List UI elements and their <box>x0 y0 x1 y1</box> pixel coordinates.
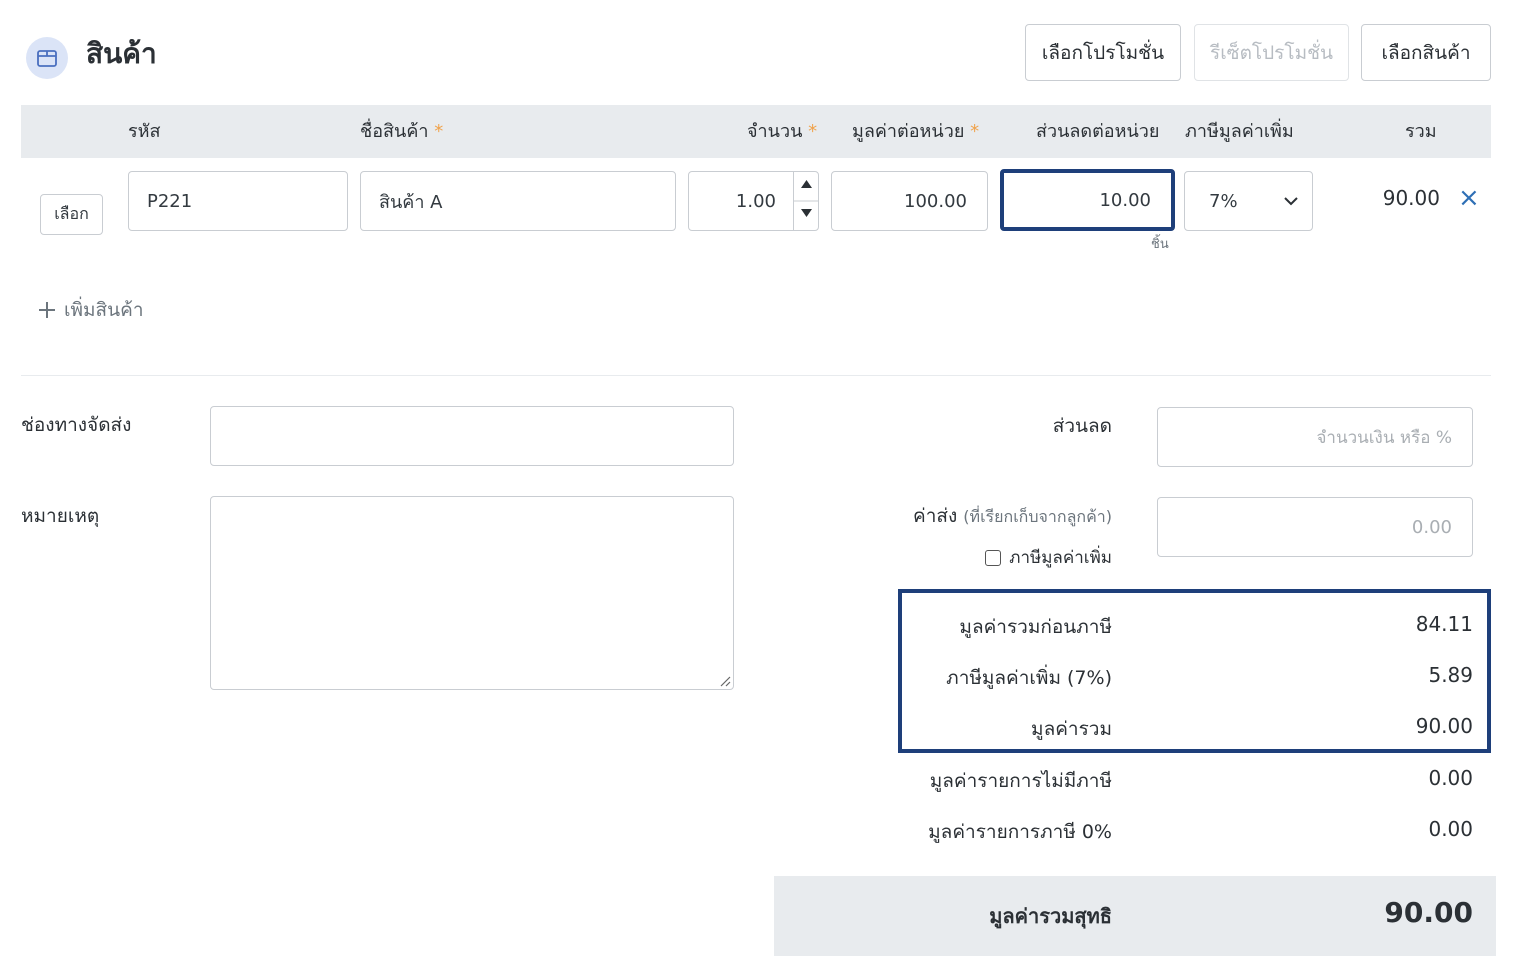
code-input[interactable]: P221 <box>128 171 348 231</box>
select-promotion-button[interactable]: เลือกโปรโมชั่น <box>1025 24 1181 81</box>
zero-tax-value: 0.00 <box>1428 817 1473 841</box>
qty-value: 1.00 <box>735 190 776 212</box>
vat-value: 5.89 <box>1428 663 1473 687</box>
header-code: รหัส <box>128 121 161 142</box>
chevron-down-icon <box>1284 197 1298 206</box>
arrow-up-icon <box>801 180 812 188</box>
zero-tax-label: มูลค่ารายการภาษี 0% <box>928 821 1112 843</box>
non-tax-value: 0.00 <box>1428 766 1473 790</box>
plus-icon <box>39 302 55 318</box>
non-tax-label: มูลค่ารายการไม่มีภาษี <box>929 770 1112 792</box>
qty-stepper[interactable]: 1.00 <box>688 171 819 231</box>
net-total-label: มูลค่ารวมสุทธิ <box>989 904 1112 928</box>
header-discount: ส่วนลดต่อหน่วย <box>1036 121 1160 142</box>
name-input[interactable]: สินค้า A <box>360 171 676 231</box>
vat-label: ภาษีมูลค่าเพิ่ม (7%) <box>946 667 1112 689</box>
shipping-channel-label: ช่องทางจัดส่ง <box>21 414 132 436</box>
row-total: 90.00 <box>1382 186 1440 210</box>
discount-per-unit-input[interactable]: 10.00 <box>1000 169 1175 231</box>
select-product-button[interactable]: เลือกสินค้า <box>1361 24 1491 81</box>
unit-price-input[interactable]: 100.00 <box>831 171 988 231</box>
header-qty: จำนวน * <box>747 121 818 142</box>
reset-promotion-button[interactable]: รีเซ็ตโปรโมชั่น <box>1194 24 1349 81</box>
header-unit-price: มูลค่าต่อหน่วย * <box>852 121 980 142</box>
remove-row-icon[interactable]: × <box>1458 183 1480 213</box>
box-icon <box>26 37 68 79</box>
shipping-channel-input[interactable] <box>210 406 734 466</box>
shipping-fee-label: ค่าส่ง (ที่เรียกเก็บจากลูกค้า) <box>912 505 1112 527</box>
discount-input[interactable]: จำนวนเงิน หรือ % <box>1157 407 1473 467</box>
resize-handle-icon[interactable] <box>719 675 731 687</box>
total-value: 90.00 <box>1415 714 1473 738</box>
row-select-button[interactable]: เลือก <box>40 194 103 235</box>
header-vat: ภาษีมูลค่าเพิ่ม <box>1185 121 1294 142</box>
header-total: รวม <box>1405 121 1437 142</box>
unit-label: ชิ้น <box>1151 237 1169 252</box>
total-label: มูลค่ารวม <box>1031 718 1112 740</box>
vat-select-value: 7% <box>1209 190 1238 212</box>
divider <box>21 375 1491 376</box>
qty-spinner[interactable] <box>793 172 819 230</box>
arrow-down-icon <box>801 209 812 217</box>
before-tax-value: 84.11 <box>1415 612 1473 636</box>
discount-label: ส่วนลด <box>1052 415 1112 437</box>
shipping-vat-checkbox[interactable] <box>985 549 1002 566</box>
note-label: หมายเหตุ <box>21 505 100 527</box>
vat-select[interactable]: 7% <box>1184 171 1313 231</box>
before-tax-label: มูลค่ารวมก่อนภาษี <box>959 616 1112 638</box>
shipping-vat-option: ภาษีมูลค่าเพิ่ม <box>985 544 1112 571</box>
header-name: ชื่อสินค้า * <box>360 121 444 142</box>
add-product-link[interactable]: เพิ่มสินค้า <box>38 295 144 325</box>
note-textarea[interactable] <box>210 496 734 690</box>
shipping-fee-input[interactable]: 0.00 <box>1157 497 1473 557</box>
section-title: สินค้า <box>86 37 157 70</box>
net-total-value: 90.00 <box>1384 896 1473 929</box>
